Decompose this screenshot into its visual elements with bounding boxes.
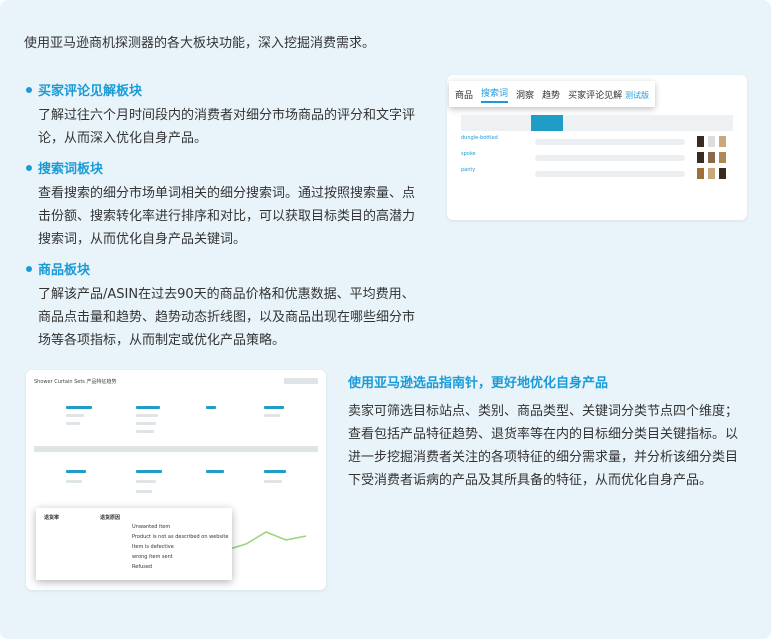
section-title-label: 商品板块 [38, 263, 91, 278]
tab-reviews-label: 买家评论见解 [568, 90, 623, 101]
product-thumbnail [719, 136, 726, 147]
guide-section-text: 卖家可筛选目标站点、类别、商品类型、关键词分类节点四个维度；查看包括产品特征趋势… [348, 404, 739, 488]
row-bar [535, 155, 685, 161]
sorted-column-header[interactable] [531, 115, 563, 131]
reason-item: Refused [132, 564, 153, 570]
tab-search-terms[interactable]: 搜索词 [481, 86, 509, 103]
table-header [461, 115, 733, 131]
intro-text: 使用亚马逊商机探测器的各大板块功能，深入挖掘消费需求。 [24, 36, 376, 51]
bullet-dot [26, 86, 32, 93]
reason-item: Item is defective [132, 544, 174, 550]
search-bar[interactable] [34, 446, 318, 452]
product-thumbnail [697, 168, 704, 179]
reason-item: Product is not as described on website [132, 534, 229, 540]
row-thumbnails [697, 152, 726, 163]
return-reasons-popup: 退货率 退货原因 Unwanted item Product is not as… [36, 508, 232, 580]
table-row[interactable]: spoke [461, 151, 733, 165]
section-title-label: 买家评论见解板块 [38, 84, 143, 99]
section-title-search-terms: 搜索词板块 [26, 158, 103, 177]
reason-item: wrong item sent [132, 554, 173, 560]
product-thumbnail [708, 168, 715, 179]
trend-line-chart [226, 531, 307, 551]
product-thumbnail [697, 136, 704, 147]
table-row[interactable]: dungle-bottled [461, 135, 733, 149]
content-panel: 使用亚马逊商机探测器的各大板块功能，深入挖掘消费需求。 买家评论见解板块 了解过… [0, 0, 771, 639]
row-term[interactable]: panty [461, 167, 475, 173]
section-text-reviews: 了解过往六个月时间段内的消费者对细分市场商品的评分和文字评论，从而深入优化自身产… [38, 108, 416, 146]
section-title-products: 商品板块 [26, 259, 90, 278]
product-thumbnail [719, 168, 726, 179]
bullet-dot [26, 164, 32, 171]
tab-trends[interactable]: 趋势 [542, 88, 560, 101]
tab-reviews[interactable]: 买家评论见解 测试版 [568, 88, 649, 101]
row-bar [535, 171, 685, 177]
return-rate-label: 退货率 [44, 515, 60, 521]
product-thumbnail [719, 152, 726, 163]
trial-badge: 测试版 [624, 90, 649, 100]
guide-title: Shower Curtain Sets 产品特征趋势 [34, 379, 117, 385]
reason-item: Unwanted item [132, 524, 171, 530]
row-thumbnails [697, 168, 726, 179]
product-thumbnail [697, 152, 704, 163]
product-thumbnail [708, 152, 715, 163]
guide-section-title: 使用亚马逊选品指南针，更好地优化自身产品 [348, 376, 609, 391]
section-text-search-terms: 查看搜索的细分市场单词相关的细分搜索词。通过按照搜索量、点击份额、搜索转化率进行… [38, 186, 416, 247]
row-term[interactable]: spoke [461, 151, 476, 157]
return-reasons-label: 退货原因 [100, 515, 121, 521]
section-title-label: 搜索词板块 [38, 162, 104, 177]
tab-bar: 商品 搜索词 洞察 趋势 买家评论见解 测试版 [449, 81, 655, 107]
bullet-dot [26, 265, 32, 272]
section-text-products: 了解该产品/ASIN在过去90天的商品价格和优惠数据、平均费用、商品点击量和趋势… [38, 287, 416, 348]
table-row[interactable]: panty [461, 167, 733, 181]
tab-products[interactable]: 商品 [455, 88, 473, 101]
tab-insights[interactable]: 洞察 [516, 88, 534, 101]
filter-button[interactable] [284, 378, 318, 384]
row-bar [535, 139, 685, 145]
section-title-reviews: 买家评论见解板块 [26, 80, 142, 99]
product-thumbnail [708, 136, 715, 147]
row-thumbnails [697, 136, 726, 147]
screenshot-search-terms: 商品 搜索词 洞察 趋势 买家评论见解 测试版 dungle-bottled s… [447, 75, 747, 220]
screenshot-product-guide: Shower Curtain Sets 产品特征趋势 退货率 退货原因 Unwa… [26, 370, 326, 590]
row-term[interactable]: dungle-bottled [461, 135, 498, 141]
